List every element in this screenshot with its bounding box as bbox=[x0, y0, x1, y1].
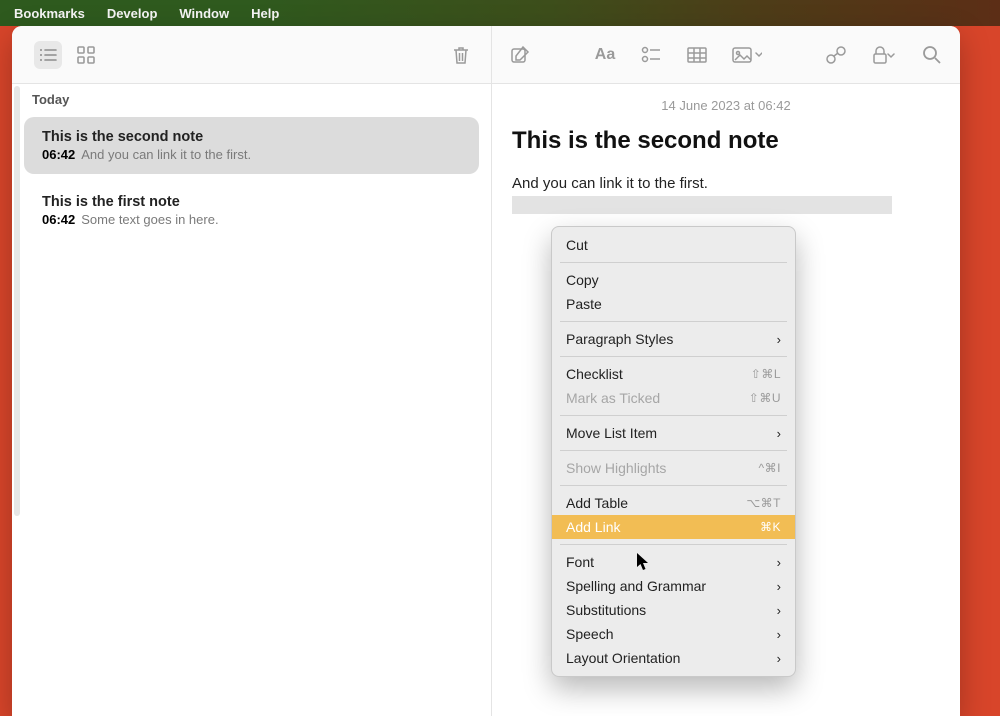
context-menu-item-show-highlights: Show Highlights ^⌘I bbox=[552, 456, 795, 480]
context-menu-item-add-link[interactable]: Add Link ⌘K bbox=[552, 515, 795, 539]
menu-bookmarks[interactable]: Bookmarks bbox=[14, 6, 85, 21]
context-menu-item-speech[interactable]: Speech › bbox=[552, 622, 795, 646]
content: Today This is the second note 06:42 And y… bbox=[12, 84, 960, 716]
menu-develop[interactable]: Develop bbox=[107, 6, 158, 21]
chevron-right-icon: › bbox=[777, 627, 781, 642]
context-menu-label: Font bbox=[566, 554, 594, 570]
context-menu-separator bbox=[560, 415, 787, 416]
context-menu-item-move-list-item[interactable]: Move List Item › bbox=[552, 421, 795, 445]
context-menu-label: Speech bbox=[566, 626, 613, 642]
context-menu-label: Show Highlights bbox=[566, 460, 666, 476]
context-menu-separator bbox=[560, 321, 787, 322]
context-menu-label: Paragraph Styles bbox=[566, 331, 673, 347]
section-header: Today bbox=[12, 84, 491, 113]
chevron-right-icon: › bbox=[777, 651, 781, 666]
toolbar: Aa bbox=[12, 26, 960, 84]
media-icon[interactable] bbox=[729, 41, 765, 69]
context-menu-separator bbox=[560, 544, 787, 545]
note-item-sub: 06:42 And you can link it to the first. bbox=[42, 147, 461, 162]
context-menu-item-font[interactable]: Font › bbox=[552, 550, 795, 574]
link-icon[interactable] bbox=[822, 41, 850, 69]
context-menu-item-paste[interactable]: Paste bbox=[552, 292, 795, 316]
context-menu-item-copy[interactable]: Copy bbox=[552, 268, 795, 292]
context-menu-shortcut: ^⌘I bbox=[759, 461, 781, 475]
chevron-right-icon: › bbox=[777, 426, 781, 441]
note-item-preview: And you can link it to the first. bbox=[81, 147, 251, 162]
note-date: 14 June 2023 at 06:42 bbox=[512, 98, 940, 113]
context-menu-label: Move List Item bbox=[566, 425, 657, 441]
context-menu-separator bbox=[560, 485, 787, 486]
trash-icon[interactable] bbox=[447, 41, 475, 69]
context-menu-label: Copy bbox=[566, 272, 599, 288]
toolbar-right: Aa bbox=[492, 26, 960, 83]
table-icon[interactable] bbox=[683, 41, 711, 69]
context-menu-shortcut: ⇧⌘U bbox=[749, 391, 781, 405]
context-menu-item-paragraph-styles[interactable]: Paragraph Styles › bbox=[552, 327, 795, 351]
grid-view-icon[interactable] bbox=[72, 41, 100, 69]
toolbar-left bbox=[12, 26, 492, 83]
context-menu-label: Substitutions bbox=[566, 602, 646, 618]
context-menu-separator bbox=[560, 262, 787, 263]
search-icon[interactable] bbox=[918, 41, 946, 69]
note-item-title: This is the second note bbox=[42, 129, 461, 145]
checklist-icon[interactable] bbox=[637, 41, 665, 69]
context-menu-label: Cut bbox=[566, 237, 588, 253]
context-menu-label: Spelling and Grammar bbox=[566, 578, 706, 594]
context-menu-separator bbox=[560, 356, 787, 357]
note-item-title: This is the first note bbox=[42, 194, 461, 210]
selection-highlight bbox=[512, 196, 892, 214]
context-menu-item-mark-as-ticked: Mark as Ticked ⇧⌘U bbox=[552, 386, 795, 410]
macos-menubar: Bookmarks Develop Window Help bbox=[0, 0, 1000, 26]
context-menu-item-layout-orientation[interactable]: Layout Orientation › bbox=[552, 646, 795, 670]
context-menu-item-cut[interactable]: Cut bbox=[552, 233, 795, 257]
context-menu: Cut Copy Paste Paragraph Styles › Checklist ⇧⌘… bbox=[551, 226, 796, 677]
chevron-right-icon: › bbox=[777, 603, 781, 618]
context-menu-label: Checklist bbox=[566, 366, 623, 382]
format-icon[interactable]: Aa bbox=[591, 41, 619, 69]
chevron-right-icon: › bbox=[777, 579, 781, 594]
context-menu-label: Paste bbox=[566, 296, 602, 312]
notes-list: Today This is the second note 06:42 And y… bbox=[12, 84, 492, 716]
context-menu-item-substitutions[interactable]: Substitutions › bbox=[552, 598, 795, 622]
lock-icon[interactable] bbox=[868, 41, 900, 69]
menu-window[interactable]: Window bbox=[179, 6, 229, 21]
context-menu-item-checklist[interactable]: Checklist ⇧⌘L bbox=[552, 362, 795, 386]
note-body-text: And you can link it to the first. bbox=[512, 175, 708, 192]
context-menu-separator bbox=[560, 450, 787, 451]
note-item-1[interactable]: This is the first note 06:42 Some text go… bbox=[24, 182, 479, 239]
context-menu-item-add-table[interactable]: Add Table ⌥⌘T bbox=[552, 491, 795, 515]
chevron-right-icon: › bbox=[777, 332, 781, 347]
chevron-right-icon: › bbox=[777, 555, 781, 570]
scrollbar[interactable] bbox=[14, 86, 20, 516]
context-menu-label: Mark as Ticked bbox=[566, 390, 660, 406]
context-menu-shortcut: ⌥⌘T bbox=[746, 496, 781, 510]
note-item-time: 06:42 bbox=[42, 212, 75, 227]
menu-help[interactable]: Help bbox=[251, 6, 279, 21]
list-view-icon[interactable] bbox=[34, 41, 62, 69]
context-menu-label: Add Table bbox=[566, 495, 628, 511]
note-body[interactable]: And you can link it to the first. bbox=[512, 175, 940, 214]
note-item-0[interactable]: This is the second note 06:42 And you can… bbox=[24, 117, 479, 174]
note-item-sub: 06:42 Some text goes in here. bbox=[42, 212, 461, 227]
note-title[interactable]: This is the second note bbox=[512, 127, 940, 155]
context-menu-label: Layout Orientation bbox=[566, 650, 680, 666]
context-menu-shortcut: ⌘K bbox=[760, 520, 781, 534]
note-item-time: 06:42 bbox=[42, 147, 75, 162]
note-item-preview: Some text goes in here. bbox=[81, 212, 218, 227]
context-menu-item-spelling-and-grammar[interactable]: Spelling and Grammar › bbox=[552, 574, 795, 598]
context-menu-label: Add Link bbox=[566, 519, 620, 535]
context-menu-shortcut: ⇧⌘L bbox=[751, 367, 781, 381]
notes-window: Aa Today This is bbox=[12, 26, 960, 716]
compose-icon[interactable] bbox=[506, 41, 534, 69]
